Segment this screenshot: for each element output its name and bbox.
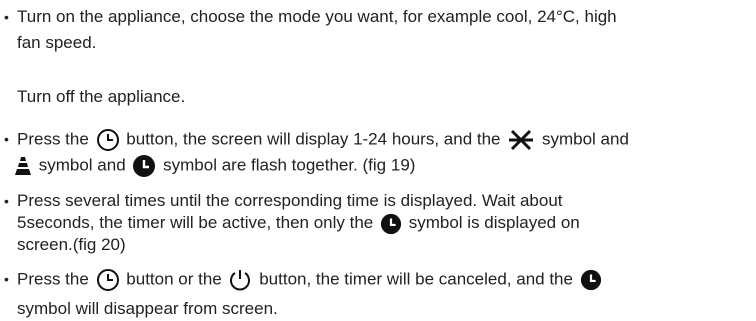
bullet: • — [4, 9, 9, 25]
instruction-item-3: • Press the button, the screen will disp… — [0, 128, 756, 178]
instruction-item-4: • Press several times until the correspo… — [0, 190, 756, 260]
instruction-page: • Turn on the appliance, choose the mode… — [0, 0, 756, 321]
item-5-line-1: Press the button or the button, the time… — [17, 268, 604, 292]
cool-mode-icon — [507, 129, 535, 151]
power-icon — [228, 268, 252, 292]
fan-speed-icon — [14, 155, 32, 177]
item-3-text-c: symbol and — [541, 129, 629, 149]
bullet: • — [4, 193, 9, 209]
timer-outline-icon — [96, 268, 120, 292]
item-3-text-b: button, the screen will display 1-24 hou… — [126, 129, 501, 149]
item-4-line-3: screen.(fig 20) — [17, 235, 126, 254]
item-4-text-a: 5seconds, the timer will be active, then… — [17, 213, 374, 232]
item-3-text-e: symbol are flash together. (fig 19) — [163, 155, 416, 175]
item-3-text-d: symbol and — [38, 155, 126, 175]
timer-filled-icon — [380, 213, 402, 235]
timer-filled-icon — [132, 154, 156, 178]
item-1-line-2: fan speed. — [17, 33, 97, 52]
item-5-text-a: Press the — [17, 269, 89, 289]
bullet: • — [4, 271, 9, 287]
item-4-text-b: symbol is displayed on — [408, 213, 580, 232]
bullet: • — [4, 131, 9, 147]
item-5-text-b: button or the — [126, 269, 222, 289]
item-5-text-c: button, the timer will be canceled, and … — [259, 269, 573, 289]
item-1-line-1: Turn on the appliance, choose the mode y… — [17, 7, 617, 26]
instruction-item-2: Turn off the appliance. — [0, 86, 756, 108]
item-3-line-1: Press the button, the screen will displa… — [17, 128, 629, 152]
item-4-line-2: 5seconds, the timer will be active, then… — [17, 212, 580, 235]
timer-outline-icon — [96, 128, 120, 152]
item-5-line-2: symbol will disappear from screen. — [17, 299, 278, 318]
item-3-text-a: Press the — [17, 129, 89, 149]
item-4-line-1: Press several times until the correspond… — [17, 191, 563, 210]
item-2-line-1: Turn off the appliance. — [17, 87, 186, 106]
item-3-line-2: symbol and symbol are flash together. (f… — [14, 154, 415, 178]
instruction-item-5: • Press the button or the button, the ti… — [0, 268, 756, 320]
timer-filled-icon — [580, 269, 602, 291]
instruction-item-1: • Turn on the appliance, choose the mode… — [0, 6, 756, 52]
